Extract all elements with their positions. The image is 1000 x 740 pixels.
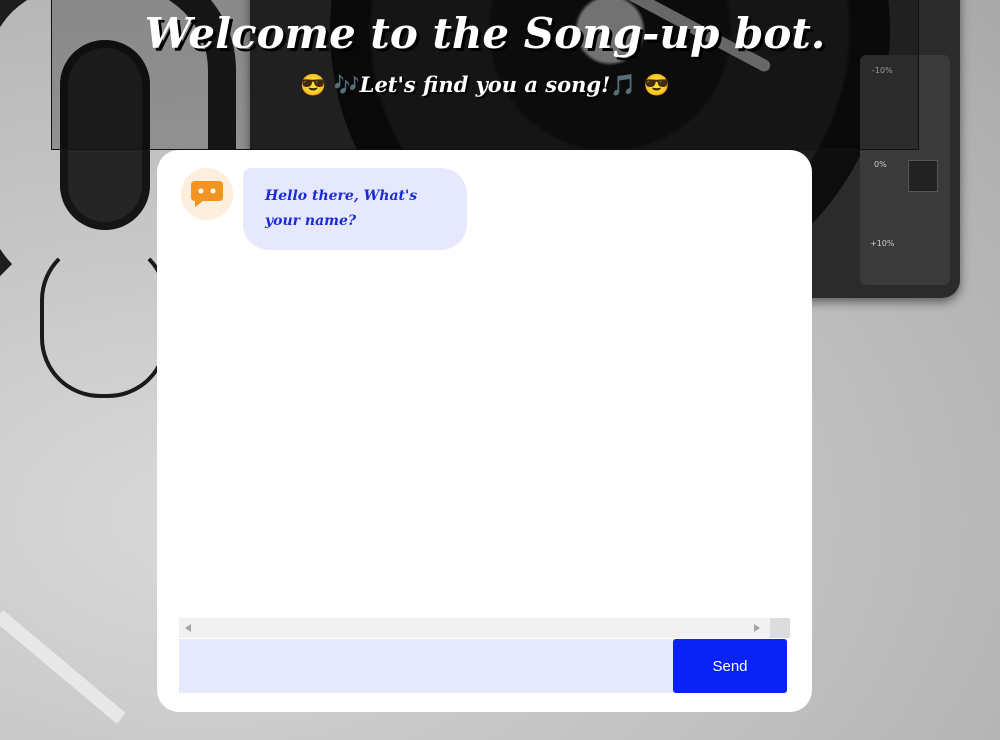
- bot-message-bubble: Hello there, What's your name?: [243, 168, 467, 250]
- chat-card: Hello there, What's your name? Send: [157, 150, 812, 712]
- pitch-label: +10%: [870, 239, 895, 248]
- chat-messages-panel[interactable]: Hello there, What's your name?: [179, 160, 791, 638]
- pitch-label: 0%: [874, 160, 887, 169]
- scroll-left-icon[interactable]: [185, 624, 191, 632]
- page-header: Welcome to the Song-up bot. 😎 🎶Let's fin…: [51, 0, 919, 150]
- message-input[interactable]: [179, 639, 669, 693]
- message-input-row: Send: [179, 639, 787, 693]
- bot-avatar: [181, 168, 233, 220]
- headphones-cable-image: [40, 240, 168, 398]
- scrollbar-corner: [770, 618, 790, 638]
- scroll-right-icon[interactable]: [754, 624, 760, 632]
- chat-message: Hello there, What's your name?: [181, 168, 467, 250]
- page-subtitle: 😎 🎶Let's find you a song!🎵 😎: [52, 72, 918, 98]
- pitch-slider-knob-image: [908, 160, 938, 192]
- subtitle-text: Let's find you a song!: [359, 72, 611, 97]
- horizontal-scrollbar[interactable]: [179, 618, 770, 638]
- sunglasses-music-emoji-icon: 😎 🎶: [300, 72, 360, 97]
- chat-bubble-icon: [191, 181, 223, 207]
- music-sunglasses-emoji-icon: 🎵 😎: [610, 72, 670, 97]
- send-button[interactable]: Send: [673, 639, 787, 693]
- page-title: Welcome to the Song-up bot.: [144, 9, 826, 58]
